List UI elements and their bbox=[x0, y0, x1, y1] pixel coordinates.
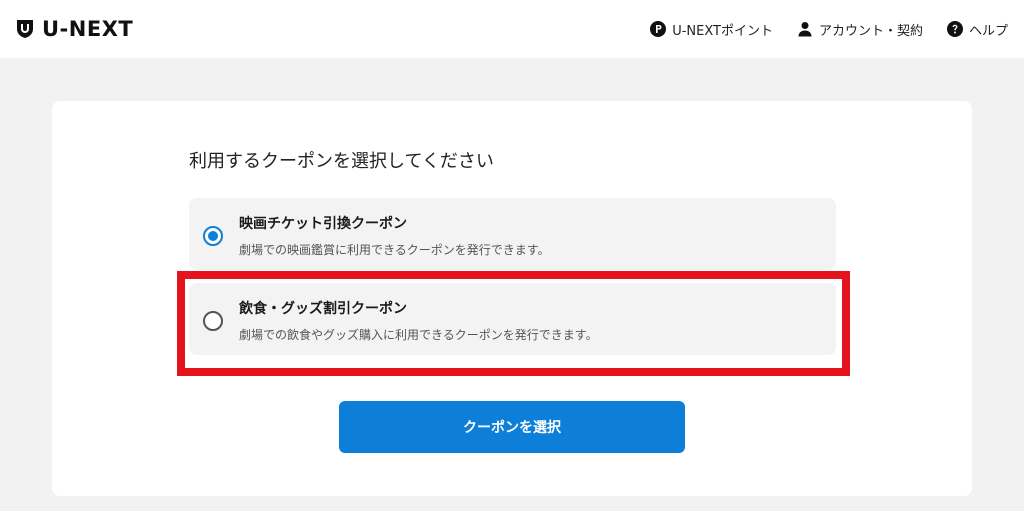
nav-item-points[interactable]: U-NEXTポイント bbox=[650, 20, 773, 39]
page-title: 利用するクーポンを選択してください bbox=[189, 151, 494, 172]
nav-label-account: アカウント・契約 bbox=[818, 23, 923, 39]
nav-item-account[interactable]: アカウント・契約 bbox=[797, 20, 923, 39]
option-title: 飲食・グッズ割引クーポン bbox=[239, 301, 407, 317]
option-title: 映画チケット引換クーポン bbox=[239, 216, 407, 232]
nav-label-points: U-NEXTポイント bbox=[672, 23, 773, 39]
header: U-NEXT U-NEXTポイント アカウント・契約 ヘルプ bbox=[0, 0, 1024, 58]
select-coupon-button[interactable]: クーポンを選択 bbox=[339, 401, 685, 453]
option-movie-ticket-coupon[interactable]: 映画チケット引換クーポン 劇場での映画鑑賞に利用できるクーポンを発行できます。 bbox=[189, 198, 836, 270]
shield-logo-icon bbox=[17, 20, 33, 38]
logo[interactable]: U-NEXT bbox=[16, 17, 133, 41]
coupon-selection-card: 利用するクーポンを選択してください 映画チケット引換クーポン 劇場での映画鑑賞に… bbox=[52, 101, 972, 496]
header-nav: U-NEXTポイント アカウント・契約 ヘルプ bbox=[650, 20, 1008, 39]
option-description: 劇場での映画鑑賞に利用できるクーポンを発行できます。 bbox=[239, 243, 550, 257]
nav-label-help: ヘルプ bbox=[968, 23, 1008, 39]
points-icon bbox=[650, 21, 667, 37]
help-icon bbox=[946, 21, 963, 37]
user-icon bbox=[798, 22, 812, 37]
option-food-goods-coupon[interactable]: 飲食・グッズ割引クーポン 劇場での飲食やグッズ購入に利用できるクーポンを発行でき… bbox=[189, 283, 836, 355]
option-description: 劇場での飲食やグッズ購入に利用できるクーポンを発行できます。 bbox=[239, 328, 598, 342]
radio-button-selected[interactable] bbox=[203, 226, 223, 246]
nav-item-help[interactable]: ヘルプ bbox=[946, 20, 1008, 39]
radio-button-unselected[interactable] bbox=[203, 311, 223, 331]
logo-text: U-NEXT bbox=[42, 17, 134, 41]
